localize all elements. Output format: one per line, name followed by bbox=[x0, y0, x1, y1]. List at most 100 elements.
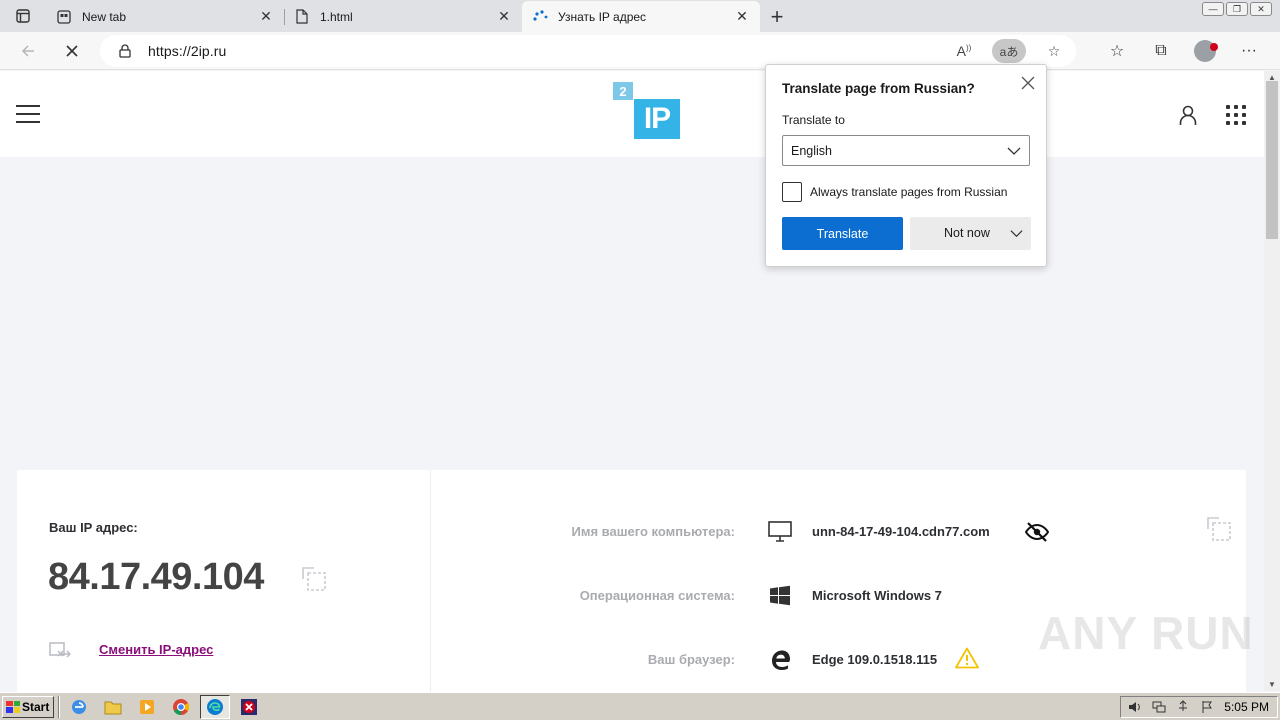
tab-actions-button[interactable] bbox=[0, 0, 46, 32]
back-button[interactable] bbox=[10, 36, 46, 66]
window-controls: — ❐ ✕ bbox=[1202, 2, 1272, 16]
action-center-flag-icon[interactable] bbox=[1200, 700, 1214, 714]
hamburger-menu-icon[interactable] bbox=[16, 105, 40, 123]
page-scrollbar[interactable]: ▲ ▼ bbox=[1264, 71, 1280, 691]
tab-label: 1.html bbox=[320, 9, 353, 24]
site-logo[interactable]: 2 IP bbox=[613, 82, 681, 140]
always-translate-checkbox[interactable] bbox=[782, 182, 802, 202]
copy-ip-icon[interactable] bbox=[300, 565, 328, 593]
tab-strip: New tab ✕ 1.html ✕ Узнать IP адрес ✕ + —… bbox=[0, 0, 1280, 32]
apps-grid-icon[interactable] bbox=[1226, 105, 1246, 125]
close-tab-icon[interactable]: ✕ bbox=[734, 8, 750, 25]
tab-label: New tab bbox=[82, 9, 127, 24]
monitor-icon bbox=[767, 519, 793, 545]
close-icon: ✕ bbox=[1257, 3, 1265, 14]
internet-explorer-button[interactable] bbox=[64, 695, 94, 719]
info-label: Ваш браузер: bbox=[647, 652, 735, 667]
popup-title: Translate page from Russian? bbox=[782, 81, 975, 96]
always-translate-label[interactable]: Always translate pages from Russian bbox=[810, 185, 1007, 199]
new-tab-page-icon bbox=[56, 9, 72, 25]
close-window-button[interactable]: ✕ bbox=[1250, 2, 1272, 16]
lock-icon[interactable] bbox=[118, 44, 132, 58]
settings-more-button[interactable]: ··· bbox=[1232, 36, 1266, 66]
error-app-button[interactable] bbox=[234, 695, 264, 719]
change-ip-link[interactable]: Сменить IP-адрес bbox=[99, 642, 213, 657]
back-arrow-icon bbox=[21, 44, 34, 57]
copy-hostname-icon[interactable] bbox=[1205, 515, 1233, 543]
user-account-icon[interactable] bbox=[1176, 103, 1200, 127]
error-x-icon bbox=[241, 698, 257, 715]
edge-icon bbox=[207, 698, 223, 715]
favorites-icon: ☆ bbox=[1109, 43, 1125, 60]
chevron-down-icon[interactable] bbox=[1010, 227, 1023, 240]
address-bar-icons: A)) aあ ☆ bbox=[950, 35, 1068, 67]
change-ip-icon[interactable] bbox=[49, 640, 71, 662]
chrome-icon bbox=[173, 698, 190, 715]
new-tab-button[interactable]: + bbox=[760, 1, 794, 32]
ip-address-value: 84.17.49.104 bbox=[48, 556, 264, 598]
tab-1-html[interactable]: 1.html ✕ bbox=[284, 1, 522, 32]
restore-button[interactable]: ❐ bbox=[1226, 2, 1248, 16]
url-text[interactable]: https://2ip.ru bbox=[148, 43, 226, 59]
chrome-button[interactable] bbox=[166, 695, 196, 719]
close-tab-icon[interactable]: ✕ bbox=[258, 8, 274, 25]
hide-eye-icon[interactable] bbox=[1025, 521, 1049, 543]
read-aloud-button[interactable]: A)) bbox=[950, 39, 978, 63]
info-value: Microsoft Windows 7 bbox=[812, 588, 942, 603]
not-now-label: Not now bbox=[944, 226, 990, 240]
more-dots-icon: ··· bbox=[1241, 42, 1257, 59]
stop-loading-button[interactable] bbox=[54, 36, 90, 66]
close-icon[interactable] bbox=[1020, 75, 1036, 91]
minimize-button[interactable]: — bbox=[1202, 2, 1224, 16]
translate-button[interactable]: aあ bbox=[992, 39, 1026, 63]
collections-button[interactable]: ⧉ bbox=[1144, 36, 1178, 66]
file-explorer-button[interactable] bbox=[98, 695, 128, 719]
scrollbar-thumb[interactable] bbox=[1266, 81, 1278, 239]
info-label: Операционная система: bbox=[579, 588, 735, 603]
ip-panel: Ваш IP адрес: 84.17.49.104 Сменить IP-ад… bbox=[17, 470, 431, 700]
volume-icon[interactable] bbox=[1128, 700, 1142, 714]
info-value: unn-84-17-49-104.cdn77.com bbox=[812, 524, 990, 539]
tab-2ip[interactable]: Узнать IP адрес ✕ bbox=[522, 1, 760, 32]
ip-label: Ваш IP адрес: bbox=[49, 520, 138, 535]
usb-icon[interactable] bbox=[1176, 700, 1190, 714]
loading-spinner-icon bbox=[532, 9, 548, 25]
windows-flag-icon bbox=[6, 700, 20, 713]
translate-button[interactable]: Translate bbox=[782, 217, 903, 250]
language-select[interactable]: English bbox=[782, 135, 1030, 166]
edge-button[interactable] bbox=[200, 694, 230, 719]
add-favorite-button[interactable]: ☆ bbox=[1040, 39, 1068, 63]
page-content: 2 IP Ваш IP адрес: 84.17.49.104 Сменить … bbox=[0, 71, 1264, 700]
internet-explorer-icon bbox=[72, 699, 86, 714]
minimize-icon: — bbox=[1208, 4, 1218, 14]
collections-icon: ⧉ bbox=[1155, 42, 1167, 59]
start-button[interactable]: Start bbox=[2, 695, 54, 718]
logo-badge: 2 bbox=[613, 82, 633, 100]
profile-button[interactable] bbox=[1188, 36, 1222, 66]
stop-icon bbox=[66, 44, 78, 57]
star-plus-icon: ☆ bbox=[1047, 42, 1061, 59]
translate-popup: Translate page from Russian? Translate t… bbox=[765, 64, 1047, 267]
warning-icon[interactable] bbox=[955, 647, 979, 669]
address-bar[interactable]: https://2ip.ru A)) aあ ☆ bbox=[100, 35, 1076, 67]
info-value: Edge 109.0.1518.115 bbox=[812, 652, 938, 667]
windows-taskbar: Start 5:05 PM bbox=[0, 692, 1280, 720]
tab-new-tab[interactable]: New tab ✕ bbox=[46, 1, 284, 32]
browser-toolbar: https://2ip.ru A)) aあ ☆ ☆ ⧉ ··· bbox=[0, 32, 1280, 70]
file-icon bbox=[294, 9, 310, 25]
tab-actions-icon bbox=[16, 9, 30, 23]
network-icon[interactable] bbox=[1152, 700, 1166, 714]
favorites-button[interactable]: ☆ bbox=[1100, 36, 1134, 66]
edge-logo-icon bbox=[767, 647, 793, 673]
info-row-computer-name: Имя вашего компьютера: unn-84-17-49-104.… bbox=[431, 517, 1246, 547]
selected-language: English bbox=[791, 144, 832, 158]
media-player-icon bbox=[140, 699, 154, 714]
taskbar-separator bbox=[58, 695, 60, 718]
restore-icon: ❐ bbox=[1232, 3, 1242, 14]
not-now-button[interactable]: Not now bbox=[910, 217, 1031, 250]
plus-icon: + bbox=[770, 3, 784, 29]
scroll-down-icon[interactable]: ▼ bbox=[1268, 680, 1276, 689]
close-tab-icon[interactable]: ✕ bbox=[496, 8, 512, 25]
media-player-button[interactable] bbox=[132, 695, 162, 719]
translate-icon: aあ bbox=[999, 44, 1019, 59]
